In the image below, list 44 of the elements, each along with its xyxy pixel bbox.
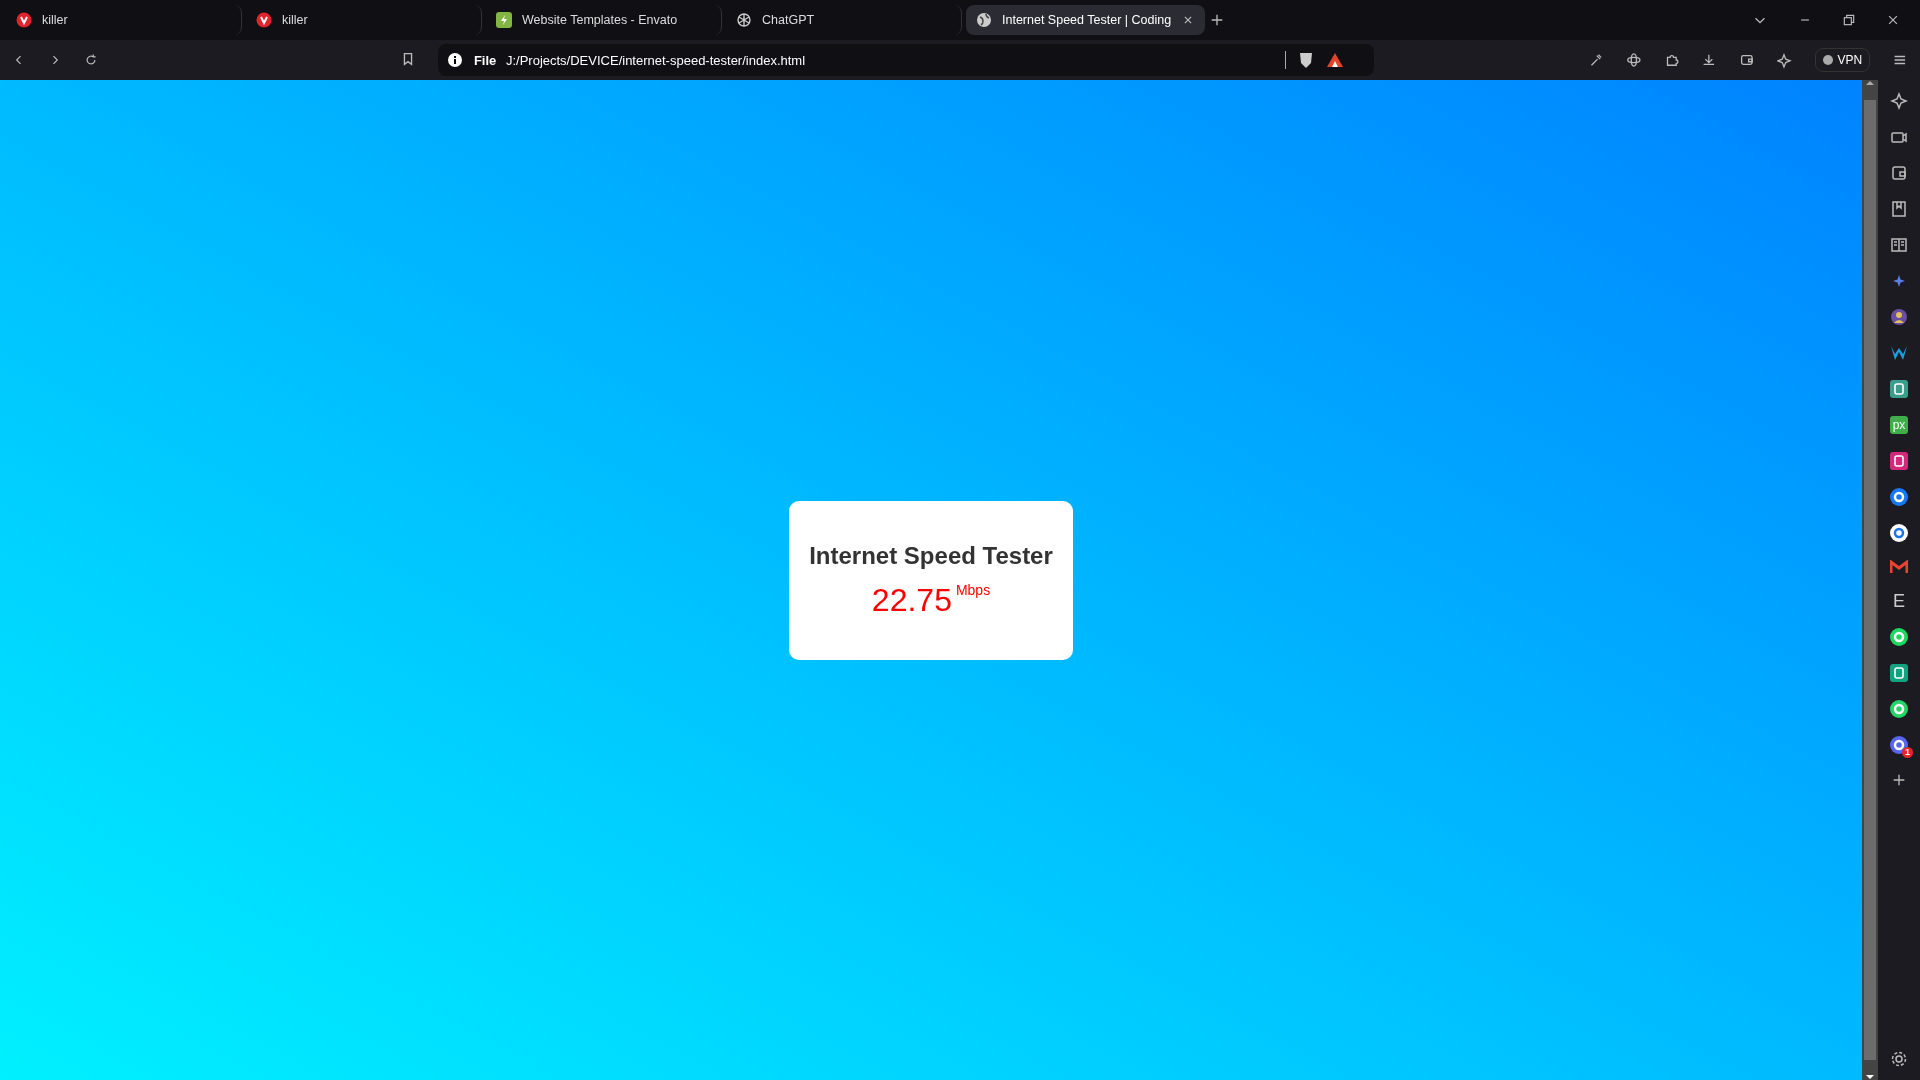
notification-badge: 1 [1902,747,1913,758]
add-icon[interactable] [1891,772,1907,788]
browser-tab[interactable]: Website Templates - Envato [486,5,722,35]
app-tile-icon[interactable] [1890,664,1908,682]
url-text: J:/Projects/DEVICE/internet-speed-tester/index.html [505,52,806,68]
close-icon[interactable] [1886,13,1900,27]
app-circle-icon[interactable] [1890,628,1908,646]
book-icon[interactable] [1890,200,1908,218]
info-icon[interactable] [447,53,462,67]
scrollbar[interactable] [1862,80,1878,1080]
app-tile-icon[interactable] [1890,452,1908,470]
app-circle-icon[interactable] [1890,736,1908,754]
browser-tab[interactable]: killer [246,5,482,35]
address-bar[interactable]: File J:/Projects/DEVICE/internet-speed-tester/index.html [437,44,1375,76]
reader-icon[interactable] [1890,236,1908,254]
app-logo-icon [256,12,272,28]
browser-tab[interactable]: Internet Speed Tester | Coding [966,5,1206,35]
vpn-button[interactable]: VPN [1814,48,1871,72]
restore-icon[interactable] [1842,13,1856,27]
avatar-icon[interactable] [1890,308,1908,326]
browser-tab[interactable]: killer [6,5,242,35]
browser-tab[interactable]: ChatGPT [726,5,962,35]
star-icon[interactable] [1890,92,1908,110]
triangle-logo-icon[interactable] [1326,52,1345,68]
speed-value: 22.75 [871,581,952,619]
atom-icon[interactable] [1626,51,1642,69]
card-title: Internet Speed Tester [809,541,1053,570]
speed-unit: Mbps [955,581,991,598]
scheme-label: File [473,52,497,68]
app-tile-icon[interactable] [1890,380,1908,398]
scroll-down-icon[interactable] [1866,1074,1874,1080]
wallet-icon[interactable] [1890,164,1908,182]
mail-logo-icon[interactable] [1890,560,1908,574]
app-circle-icon[interactable] [1890,488,1908,506]
letter-logo-icon[interactable]: E [1893,592,1905,610]
w-logo-icon[interactable] [1890,344,1908,362]
status-dot-icon [1822,55,1833,65]
globe-icon [976,12,992,28]
settings-icon[interactable] [1890,1050,1908,1068]
app-logo-icon [16,12,32,28]
sparkle-icon[interactable] [1776,51,1793,69]
app-circle-icon[interactable] [1890,524,1908,542]
scrollbar-thumb[interactable] [1864,100,1876,1060]
app-circle-icon[interactable] [1890,700,1908,718]
